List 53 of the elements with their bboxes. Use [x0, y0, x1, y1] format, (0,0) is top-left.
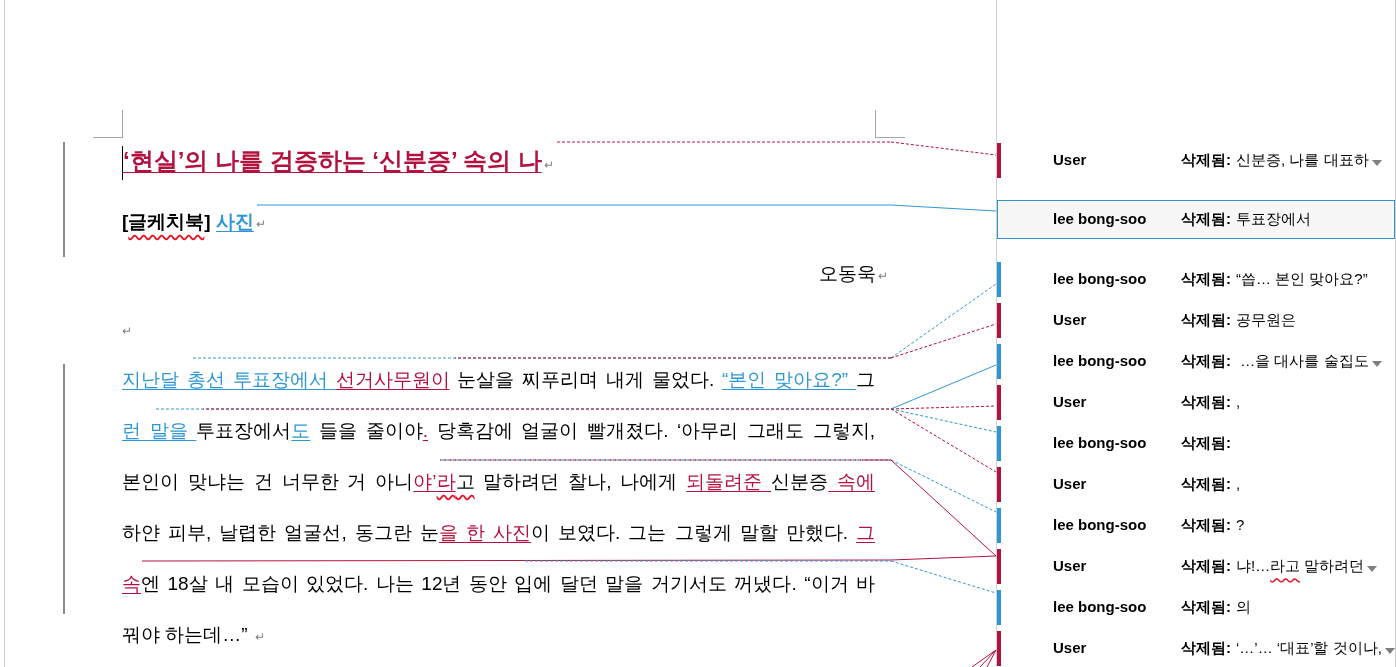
- dropdown-arrow-icon[interactable]: [1371, 361, 1382, 367]
- deleted-text: 삭제됨: ?: [1181, 515, 1245, 536]
- author-name: User: [1053, 392, 1088, 413]
- author-name: lee bong-soo: [1053, 597, 1148, 618]
- author-name: User: [1053, 310, 1088, 331]
- text-line: 하얀 피부, 날렵한 얼굴선, 동그란 눈을 한 사진 이 보였다. 그는 그렇게 말할 만했다. 그: [122, 521, 875, 545]
- revision-balloon[interactable]: User 삭제됨: ,: [997, 385, 1395, 420]
- author-name: User: [1053, 150, 1088, 171]
- revision-balloon[interactable]: User 삭제됨: 신분증, 나를 대표하: [997, 143, 1395, 178]
- author-name: User: [1053, 556, 1088, 577]
- dropdown-arrow-icon[interactable]: [1384, 648, 1395, 654]
- text-cursor: [122, 146, 123, 180]
- deleted-text: 삭제됨: ‘…’… ‘대표’할 것이나,: [1181, 638, 1382, 659]
- document-title: ‘현실’의 나를 검증하는 ‘신분증’ 속의 나↵: [123, 146, 554, 176]
- deleted-text: 삭제됨: 냐!…라고 말하려던: [1181, 556, 1365, 577]
- deleted-text: 삭제됨: 공무원은: [1181, 310, 1296, 331]
- author-name: lee bong-soo: [1053, 269, 1148, 290]
- deleted-text: 삭제됨:: [1181, 433, 1231, 454]
- revision-balloon[interactable]: lee bong-soo 삭제됨:: [997, 426, 1395, 461]
- crop-mark: [875, 110, 905, 138]
- revision-balloon[interactable]: lee bong-soo 삭제됨: “씁… 본인 맞아요?”: [997, 262, 1395, 297]
- revision-balloon[interactable]: User 삭제됨: ,: [997, 467, 1395, 502]
- author-name: lee bong-soo: [1053, 351, 1148, 372]
- author-name: lee bong-soo: [1053, 515, 1148, 536]
- deleted-text: 삭제됨: ,: [1181, 474, 1241, 495]
- revision-balloon[interactable]: User 삭제됨: 냐!…라고 말하려던: [997, 549, 1395, 584]
- text-line: 본인이 맞냐는 건 너무한 거 아니 야’라고 말하려던 찰나, 나에게 되돌려준 신분증 속에: [122, 470, 875, 494]
- author-name: User: [1053, 474, 1088, 495]
- revision-balloon[interactable]: lee bong-soo 삭제됨: 의: [997, 590, 1395, 625]
- author-name: lee bong-soo: [1053, 433, 1148, 454]
- document-subtitle: [글케치북] 사진↵: [122, 212, 266, 234]
- deleted-text: 삭제됨: 의: [1181, 597, 1251, 618]
- author-byline: 오동욱↵: [819, 262, 888, 286]
- deleted-text: 삭제됨: …을 대사를 술집도: [1181, 351, 1369, 372]
- text-line: 속엔 18살 내 모습이 있었다. 나는 12년 동안 입에 달던 말을 거기서도 꺼냈다. “이거 바: [122, 572, 875, 596]
- author-name: User: [1053, 638, 1088, 659]
- revision-balloon[interactable]: lee bong-soo 삭제됨: ?: [997, 508, 1395, 543]
- deleted-text: 삭제됨: 투표장에서: [1181, 209, 1311, 230]
- text-line: 꿔야 하는데…” ↵: [122, 623, 265, 647]
- revision-balloon[interactable]: lee bong-soo 삭제됨: …을 대사를 술집도: [997, 344, 1395, 379]
- paragraph-mark: ↵: [122, 323, 132, 340]
- deleted-text: 삭제됨: 신분증, 나를 대표하: [1181, 150, 1369, 171]
- text-line: 런 말을 투표장에서 도 들을 줄이야. 당혹감에 얼굴이 빨개졌다. ‘아무리 그래도 그렇지,: [122, 419, 875, 443]
- deleted-text: 삭제됨: ,: [1181, 392, 1241, 413]
- revision-balloon[interactable]: User 삭제됨: ‘…’… ‘대표’할 것이나,: [997, 631, 1395, 666]
- crop-mark: [93, 110, 123, 138]
- author-name: lee bong-soo: [1053, 209, 1148, 230]
- deleted-text: 삭제됨: “씁… 본인 맞아요?”: [1181, 269, 1368, 290]
- revision-balloon[interactable]: User 삭제됨: 공무원은: [997, 303, 1395, 338]
- text-line: 지난달 총선 투표장에서 선거사무원이 눈살을 찌푸리며 내게 물었다. “본인 맞아요?” 그: [122, 368, 875, 392]
- revision-balloon[interactable]: lee bong-soo 삭제됨: 투표장에서: [997, 200, 1395, 239]
- dropdown-arrow-icon[interactable]: [1367, 566, 1378, 572]
- dropdown-arrow-icon[interactable]: [1371, 160, 1382, 166]
